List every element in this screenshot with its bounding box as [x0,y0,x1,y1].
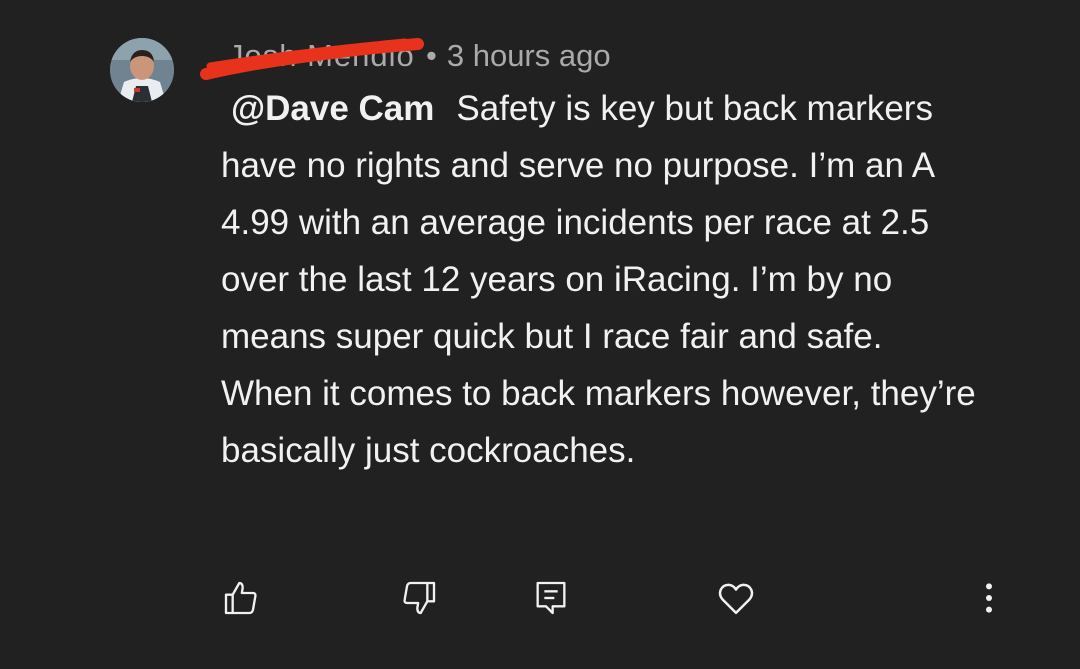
more-options-button[interactable] [965,570,1013,626]
timestamp: 3 hours ago [446,38,611,73]
reply-icon [536,581,566,615]
reply-button[interactable] [527,570,575,626]
redaction-scribble [200,38,424,80]
comment-body: Safety is key but back markers have no r… [221,89,976,470]
comment-actions [0,570,1080,630]
avatar[interactable] [110,38,174,102]
meta-separator: • [426,38,437,73]
heart-icon [718,583,754,615]
dislike-button[interactable] [395,570,443,626]
mention-link[interactable]: @Dave Cam [231,89,434,128]
like-button[interactable] [217,570,265,626]
thumbs-down-icon [403,581,436,615]
heart-button[interactable] [712,570,760,626]
more-vertical-icon [986,583,992,613]
comment-text: @Dave Cam Safety is key but back markers … [221,80,981,479]
thumbs-up-icon [224,581,257,615]
avatar-image [110,38,174,102]
